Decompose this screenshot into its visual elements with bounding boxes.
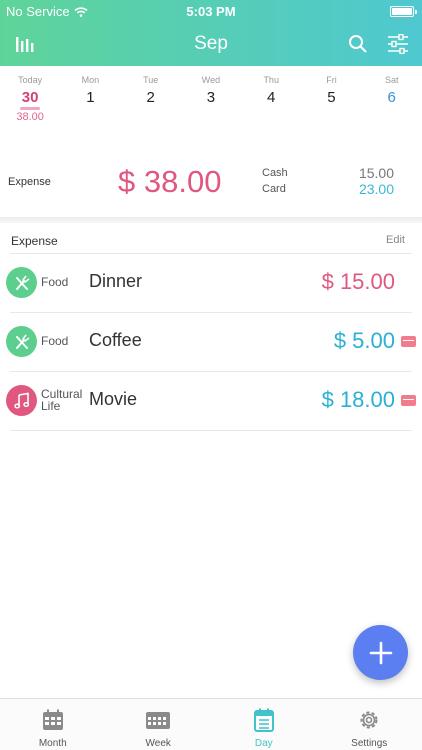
tab-month[interactable]: Month (0, 699, 106, 750)
list-title: Expense (11, 234, 58, 248)
credit-card-icon (401, 336, 416, 347)
card-label: Card (262, 183, 286, 195)
list-divider (10, 430, 412, 431)
item-amount: $ 15.00 (321, 269, 395, 294)
day-name: Tue (143, 75, 159, 85)
item-name: Coffee (89, 330, 142, 350)
tab-settings[interactable]: Settings (317, 699, 422, 750)
item-amount: $ 18.00 (321, 387, 395, 412)
navbar: Sep (0, 22, 422, 66)
tab-bar: Month Week Day Settings (0, 698, 422, 750)
today-underline (20, 107, 41, 110)
item-name: Dinner (89, 271, 143, 291)
expense-summary: Expense $ 38.00 Cash Card 15.00 23.00 (0, 150, 422, 218)
list-header: Expense Edit (0, 231, 422, 253)
credit-card-icon (401, 395, 416, 406)
battery-icon (390, 6, 417, 17)
search-icon (349, 35, 367, 53)
status-bar: No Service 5:03 PM (0, 0, 422, 22)
day-wed[interactable]: Wed 3 (181, 66, 241, 134)
item-category: Food (41, 275, 69, 289)
day-name: Today (18, 75, 43, 85)
day-number: 4 (267, 89, 276, 106)
list-item[interactable]: Food Coffee $ 5.00 (6, 312, 416, 371)
fork-knife-icon (6, 326, 37, 357)
tab-label: Week (145, 738, 171, 749)
day-fri[interactable]: Fri 5 (301, 66, 361, 134)
item-category: Food (41, 334, 69, 348)
item-amount: $ 5.00 (333, 328, 395, 353)
item-name: Movie (89, 389, 138, 409)
calendar-day-icon (253, 708, 274, 732)
day-number: 2 (146, 89, 155, 106)
card-value: 23.00 (358, 181, 394, 197)
day-thu[interactable]: Thu 4 (241, 66, 301, 134)
cash-value: 15.00 (358, 165, 394, 181)
summary-label: Expense (8, 176, 51, 188)
list-item[interactable]: Food Dinner $ 15.00 (6, 253, 412, 312)
day-number: 6 (387, 89, 396, 106)
calendar-week-icon (146, 712, 171, 729)
item-category: Cultural Life (41, 387, 83, 413)
day-tue[interactable]: Tue 2 (121, 66, 181, 134)
day-name: Fri (326, 75, 337, 85)
plus-icon (369, 641, 392, 664)
tab-day[interactable]: Day (211, 699, 317, 750)
cash-label: Cash (262, 167, 288, 179)
day-today[interactable]: Today 30 38.00 (0, 66, 60, 134)
tab-label: Month (38, 738, 67, 749)
day-number: 30 (21, 89, 39, 106)
add-expense-button[interactable] (353, 625, 408, 680)
list-item[interactable]: Cultural Life Movie $ 18.00 (6, 371, 416, 430)
day-name: Sat (384, 75, 399, 85)
sliders-icon (388, 34, 408, 54)
calendar-month-icon (42, 709, 63, 730)
day-number: 5 (327, 89, 336, 106)
tab-label: Day (254, 738, 273, 749)
music-note-icon (6, 385, 37, 416)
fork-knife-icon (6, 267, 37, 298)
summary-total: $ 38.00 (118, 164, 222, 199)
edit-button[interactable]: Edit (386, 234, 405, 246)
day-amount: 38.00 (16, 111, 44, 123)
day-name: Mon (81, 75, 100, 85)
tab-label: Settings (351, 738, 388, 749)
day-name: Wed (201, 75, 221, 85)
filter-button[interactable] (386, 32, 410, 56)
search-button[interactable] (346, 32, 370, 56)
gear-icon (360, 711, 378, 729)
day-number: 3 (206, 89, 216, 106)
day-sat[interactable]: Sat 6 (362, 66, 422, 134)
week-strip: Today 30 38.00 Mon 1 Tue 2 Wed 3 Thu 4 F… (0, 66, 422, 134)
section-divider (0, 217, 422, 223)
day-name: Thu (263, 75, 279, 85)
app-header: No Service 5:03 PM Sep (0, 0, 422, 66)
status-time: 5:03 PM (186, 4, 236, 19)
tab-week[interactable]: Week (106, 699, 212, 750)
day-number: 1 (86, 89, 95, 106)
day-mon[interactable]: Mon 1 (60, 66, 120, 134)
